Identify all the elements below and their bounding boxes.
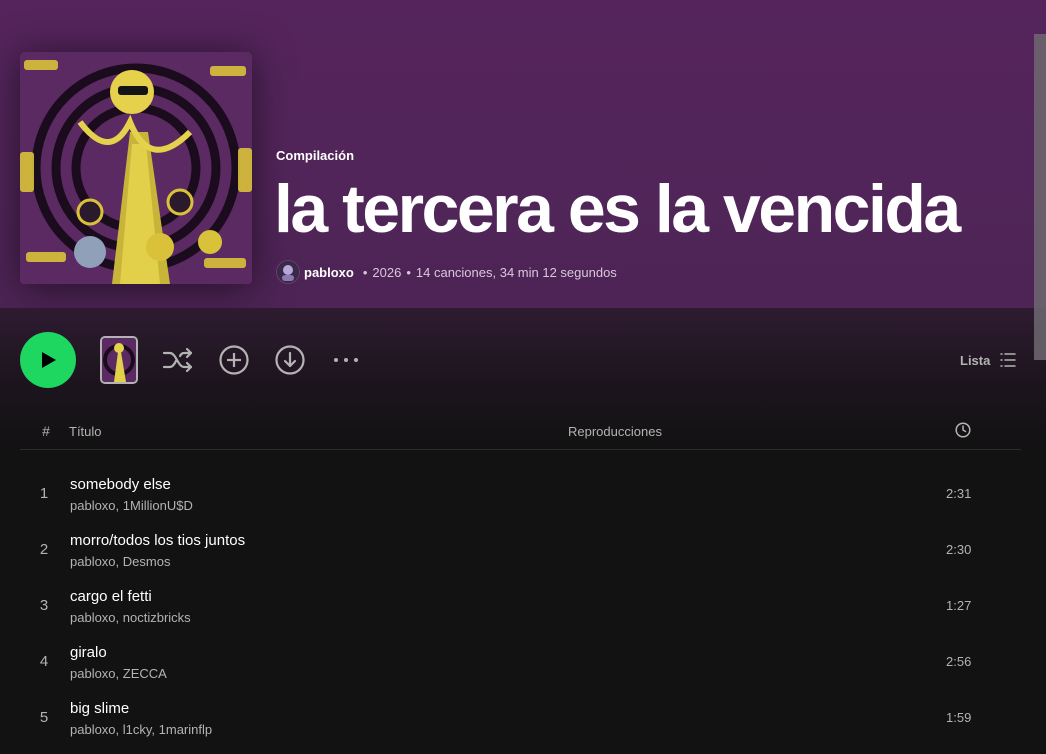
- clock-icon: [955, 422, 971, 438]
- preview-cover-button[interactable]: [100, 336, 138, 384]
- track-row[interactable]: 4 giralo pabloxo, ZECCA 2:56: [20, 634, 1021, 690]
- track-artists[interactable]: pabloxo, 1MillionU$D: [70, 498, 193, 513]
- track-title[interactable]: morro/todos los tios juntos: [70, 532, 245, 549]
- more-options-button[interactable]: [330, 350, 362, 370]
- separator-dot: •: [406, 264, 411, 280]
- track-row[interactable]: 1 somebody else pabloxo, 1MillionU$D 2:3…: [20, 466, 1021, 522]
- track-row[interactable]: 5 big slime pabloxo, l1cky, 1marinflp 1:…: [20, 690, 1021, 746]
- track-title[interactable]: somebody else: [70, 476, 171, 493]
- track-title[interactable]: big slime: [70, 700, 129, 717]
- shuffle-icon: [162, 347, 193, 373]
- album-stats: 14 canciones, 34 min 12 segundos: [415, 264, 617, 280]
- album-cover: [20, 52, 252, 284]
- track-number: 5: [39, 709, 49, 726]
- scrollbar-thumb[interactable]: [1034, 34, 1046, 360]
- download-button[interactable]: [274, 344, 306, 376]
- track-table-header: # Título Reproducciones: [20, 412, 1021, 450]
- column-duration-header: [955, 422, 971, 441]
- track-artists[interactable]: pabloxo, l1cky, 1marinflp: [70, 722, 212, 737]
- play-icon: [42, 352, 56, 368]
- track-duration: 2:30: [946, 542, 972, 557]
- shuffle-button[interactable]: [160, 344, 196, 376]
- track-artists[interactable]: pabloxo, Desmos: [70, 554, 170, 569]
- track-title[interactable]: giralo: [70, 644, 107, 661]
- album-byline: pabloxo • 2026 • 14 canciones, 34 min 12…: [276, 260, 617, 284]
- track-list: 1 somebody else pabloxo, 1MillionU$D 2:3…: [20, 466, 1021, 746]
- track-artists[interactable]: pabloxo, ZECCA: [70, 666, 167, 681]
- track-duration: 2:31: [946, 486, 972, 501]
- track-number: 2: [39, 541, 49, 558]
- add-circle-icon: [219, 345, 249, 375]
- track-artists[interactable]: pabloxo, noctizbricks: [70, 610, 191, 625]
- track-row[interactable]: 2 morro/todos los tios juntos pabloxo, D…: [20, 522, 1021, 578]
- column-number-header: #: [42, 423, 50, 439]
- album-header: Compilación la tercera es la vencida pab…: [0, 0, 1046, 308]
- track-title[interactable]: cargo el fetti: [70, 588, 152, 605]
- album-title: la tercera es la vencida: [274, 171, 961, 247]
- play-button[interactable]: [20, 332, 76, 388]
- track-row[interactable]: 3 cargo el fetti pabloxo, noctizbricks 1…: [20, 578, 1021, 634]
- separator-dot: •: [362, 264, 368, 280]
- track-number: 1: [39, 485, 49, 502]
- add-to-library-button[interactable]: [218, 344, 250, 376]
- download-circle-icon: [275, 345, 305, 375]
- view-mode-toggle[interactable]: Lista: [960, 350, 1017, 370]
- release-year: 2026: [372, 264, 402, 280]
- more-icon: [334, 358, 358, 362]
- album-type-label: Compilación: [276, 148, 355, 163]
- track-number: 3: [39, 597, 49, 614]
- column-title-header: Título: [69, 424, 102, 439]
- column-plays-header: Reproducciones: [568, 424, 662, 439]
- view-mode-label: Lista: [960, 352, 991, 368]
- artist-link[interactable]: pabloxo: [304, 265, 354, 280]
- track-duration: 1:27: [946, 598, 972, 613]
- list-view-icon: [1000, 353, 1017, 367]
- track-duration: 2:56: [946, 654, 972, 669]
- track-number: 4: [39, 653, 49, 670]
- artist-avatar[interactable]: [276, 260, 300, 284]
- track-duration: 1:59: [946, 710, 972, 725]
